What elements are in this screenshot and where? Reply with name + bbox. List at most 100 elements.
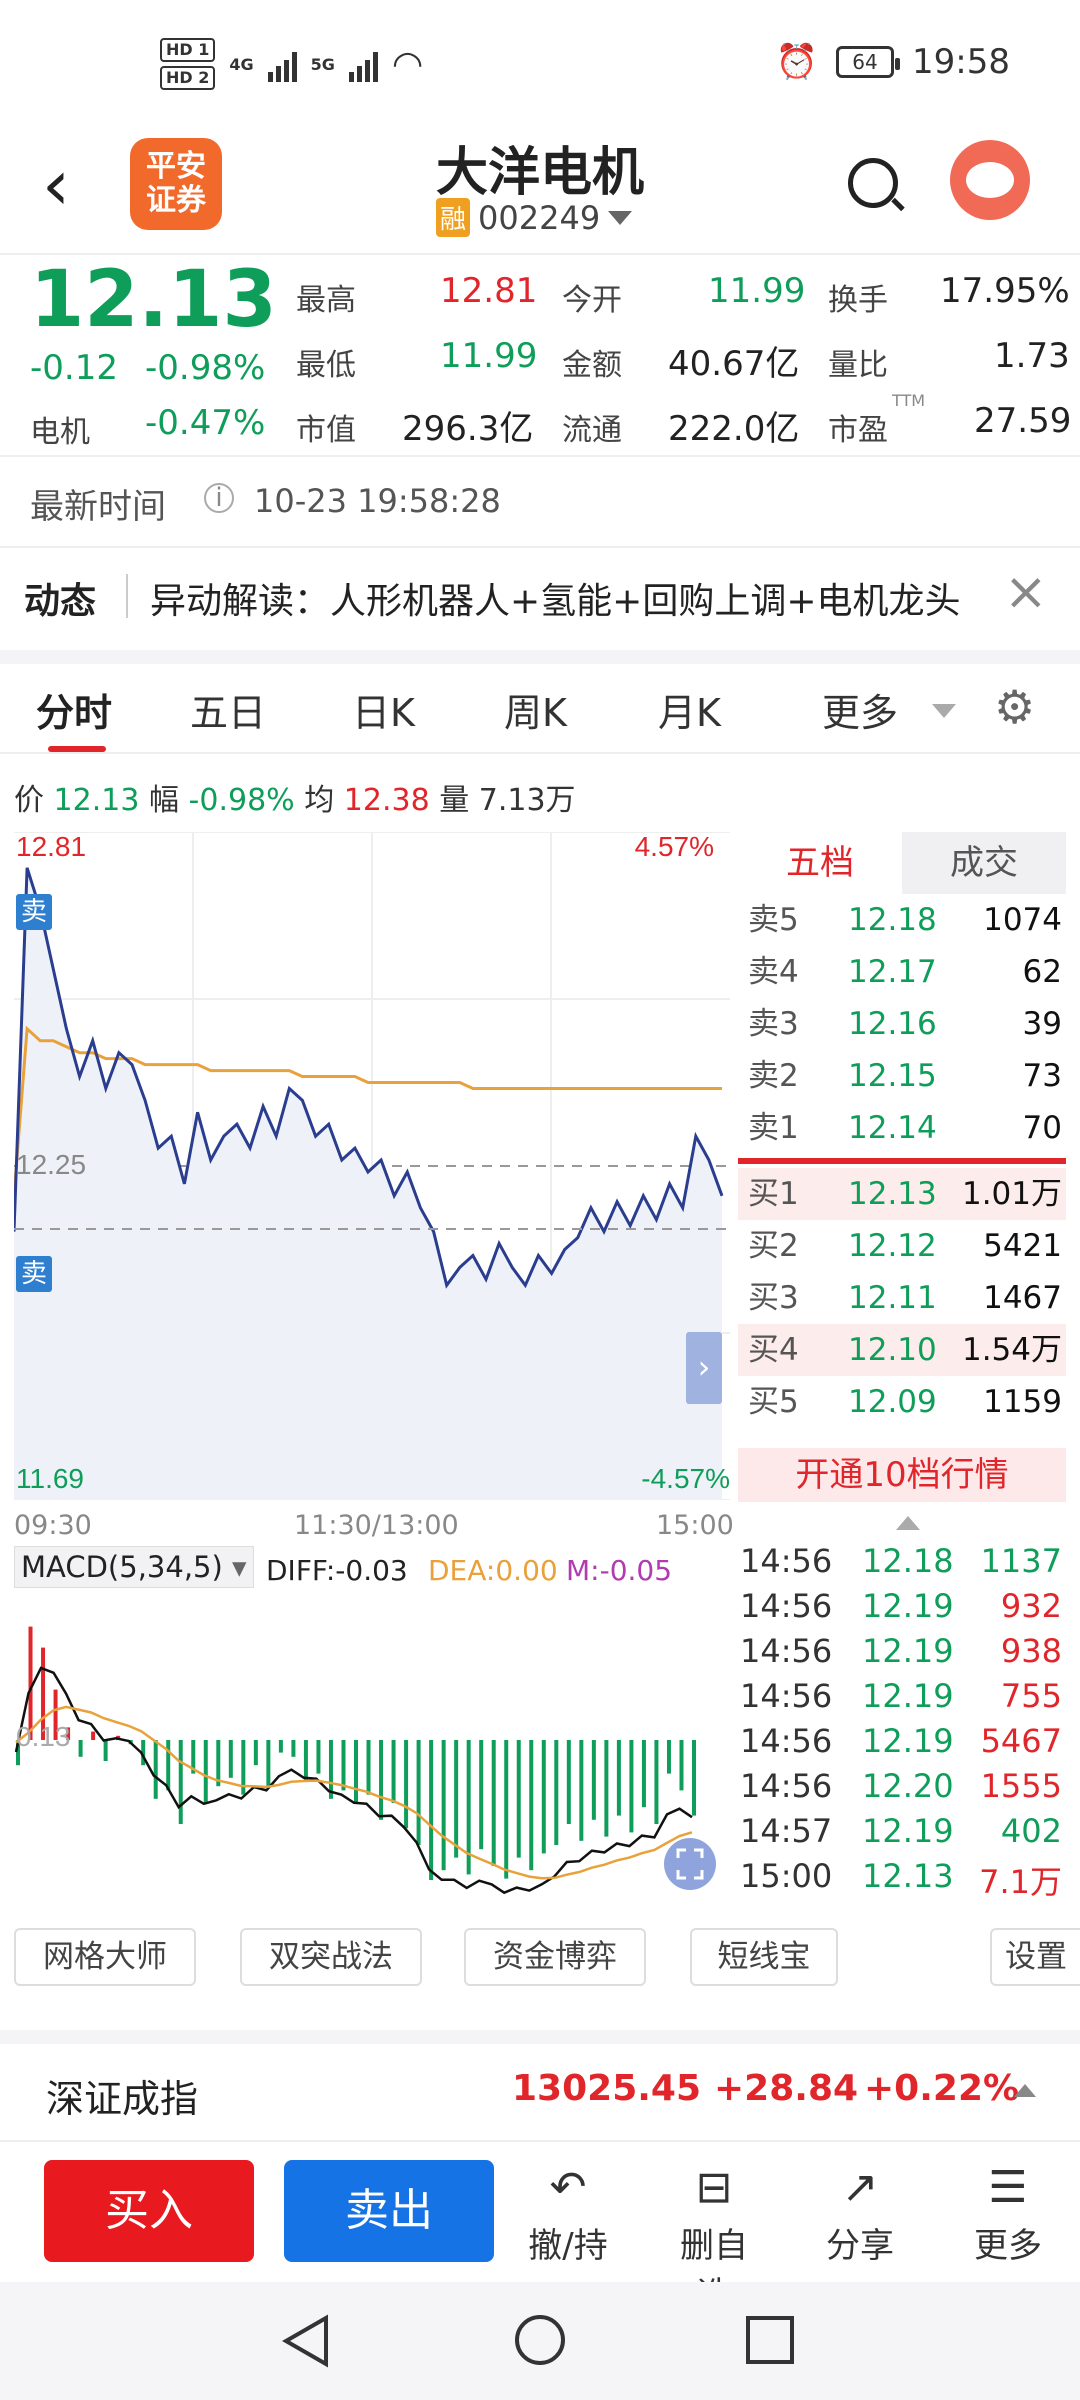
hd2-indicator: HD 2 — [160, 66, 216, 90]
cancel-hold-button[interactable]: ↶ 撤/持 — [518, 2158, 618, 2267]
low-label: 最低 — [296, 348, 356, 383]
macd-bar — [692, 1740, 696, 1816]
status-bar: HD 1 HD 2 4G 5G ◠ ⏰ 64 19:58 — [0, 0, 1080, 130]
recents-nav-icon[interactable] — [744, 2314, 796, 2366]
tick-row: 14:56 12.19 932 — [740, 1587, 1062, 1625]
macd-bar — [404, 1740, 409, 1829]
hd1-indicator: HD 1 — [160, 38, 216, 62]
share-icon: ↗ — [841, 2162, 879, 2213]
tab-monthly-k[interactable]: 月K — [658, 682, 721, 737]
share-button[interactable]: ↗ 分享 — [810, 2158, 910, 2267]
ask-level-4: 卖2 12.15 73 — [748, 1058, 1062, 1094]
last-price: 12.13 — [30, 255, 277, 345]
settings-button[interactable]: 设置 — [990, 1928, 1080, 1986]
bid-level-1: 买1 12.13 1.01万 — [738, 1168, 1066, 1220]
macd-bar — [291, 1740, 296, 1757]
macd-bar — [566, 1740, 571, 1824]
macd-bar — [328, 1740, 333, 1799]
clock: 19:58 — [912, 42, 1010, 82]
macd-bar — [554, 1740, 559, 1845]
search-icon[interactable] — [848, 158, 898, 208]
macd-bar — [441, 1740, 446, 1871]
macd-bar — [666, 1740, 671, 1774]
macd-bar — [316, 1740, 321, 1774]
macd-chart[interactable]: 0.13 — [14, 1590, 730, 1900]
broker-logo[interactable]: 平安证券 — [130, 138, 222, 230]
tab-more[interactable]: 更多 — [822, 682, 898, 737]
news-ticker[interactable]: 动态 异动解读：人形机器人+氢能+回购上调+电机龙头 × — [0, 548, 1080, 648]
float-label: 流通 — [562, 413, 622, 448]
chevron-up-icon[interactable] — [896, 1516, 920, 1530]
tab-weekly-k[interactable]: 周K — [504, 682, 567, 737]
macd-bar — [278, 1740, 283, 1753]
macd-bar — [153, 1740, 158, 1799]
close-icon[interactable]: × — [1004, 562, 1048, 622]
macd-bar — [529, 1740, 534, 1871]
gear-icon[interactable]: ⚙ — [994, 680, 1035, 734]
tick-row: 14:56 12.20 1555 — [740, 1767, 1062, 1805]
tab-trades[interactable]: 成交 — [902, 832, 1066, 894]
tab-five-day[interactable]: 五日 — [190, 682, 266, 737]
turnover-label: 换手 — [828, 283, 888, 318]
macd-bar — [454, 1740, 459, 1858]
avg-value: 12.38 — [343, 783, 430, 818]
update-time-bar: 最新时间 i 10-23 19:58:28 — [0, 455, 1080, 545]
tab-intraday[interactable]: 分时 — [36, 682, 112, 737]
vol-label: 量 — [439, 783, 470, 818]
index-percent: +0.22% — [864, 2068, 1020, 2109]
macd-selector[interactable]: MACD(5,34,5) ▾ — [14, 1546, 254, 1588]
vol-ratio-value: 1.73 — [994, 336, 1070, 376]
svg-text:卖: 卖 — [21, 1259, 47, 1289]
tab-five-levels[interactable]: 五档 — [738, 832, 902, 894]
system-nav-bar — [0, 2282, 1080, 2400]
ask-level-3: 卖3 12.16 39 — [748, 1006, 1062, 1042]
short-term-button[interactable]: 短线宝 — [690, 1928, 838, 1986]
index-bar[interactable]: 深证成指 13025.45 +28.84 +0.22% — [0, 2030, 1080, 2140]
macd-bar — [366, 1740, 371, 1795]
macd-bar — [178, 1740, 183, 1824]
y-bottom-label: 11.69 — [16, 1463, 84, 1494]
signal-icon-2 — [348, 46, 378, 82]
macd-bar — [341, 1740, 346, 1791]
macd-bar — [103, 1740, 108, 1761]
change-percent: -0.98% — [145, 348, 266, 388]
open-10-levels-button[interactable]: 开通10档行情 — [738, 1448, 1066, 1502]
macd-ghost-label: 0.13 — [16, 1721, 71, 1752]
y-bottom-pct-label: -4.57% — [641, 1463, 730, 1494]
home-nav-icon[interactable] — [512, 2312, 568, 2368]
fund-game-button[interactable]: 资金博弈 — [464, 1928, 646, 1986]
fullscreen-icon[interactable] — [664, 1838, 716, 1890]
macd-bar — [616, 1740, 621, 1816]
intraday-chart[interactable]: 12.81 4.57% 12.25 11.69 -4.57% 卖 卖 › — [14, 832, 730, 1500]
high-value: 12.81 — [440, 271, 538, 311]
signal-icon — [267, 46, 297, 82]
tab-indicator — [48, 746, 106, 752]
macd-bar — [91, 1731, 96, 1740]
macd-bar — [266, 1740, 271, 1787]
info-icon[interactable]: i — [204, 483, 234, 513]
macd-bar — [604, 1740, 609, 1837]
menu-icon: ☰ — [988, 2162, 1028, 2213]
buy-button[interactable]: 买入 — [44, 2160, 254, 2262]
tick-list: 14:56 12.18 1137 14:56 12.19 932 14:56 12.19 938… — [738, 1538, 1066, 1901]
more-button[interactable]: ☰ 更多 — [958, 2158, 1058, 2267]
grid-master-button[interactable]: 网格大师 — [14, 1928, 196, 1986]
sell-button[interactable]: 卖出 — [284, 2160, 494, 2262]
macd-bar — [391, 1740, 396, 1803]
high-label: 最高 — [296, 283, 356, 318]
tab-daily-k[interactable]: 日K — [352, 682, 415, 737]
back-nav-icon[interactable] — [280, 2314, 332, 2368]
price-value: 12.13 — [53, 783, 140, 818]
float-value: 222.0亿 — [668, 409, 800, 449]
double-breakout-button[interactable]: 双突战法 — [240, 1928, 422, 1986]
update-label: 最新时间 — [30, 487, 166, 527]
assistant-avatar[interactable] — [950, 140, 1030, 220]
back-button[interactable]: ‹ — [42, 150, 70, 220]
macd-bar — [679, 1740, 684, 1791]
avg-label: 均 — [304, 783, 335, 818]
wifi-icon: ◠ — [391, 43, 424, 85]
macd-bar — [379, 1740, 384, 1820]
minus-box-icon: ⊟ — [695, 2162, 733, 2213]
stock-code-selector[interactable]: 融 002249 — [436, 198, 633, 237]
pe-label: 市盈 — [828, 413, 888, 448]
